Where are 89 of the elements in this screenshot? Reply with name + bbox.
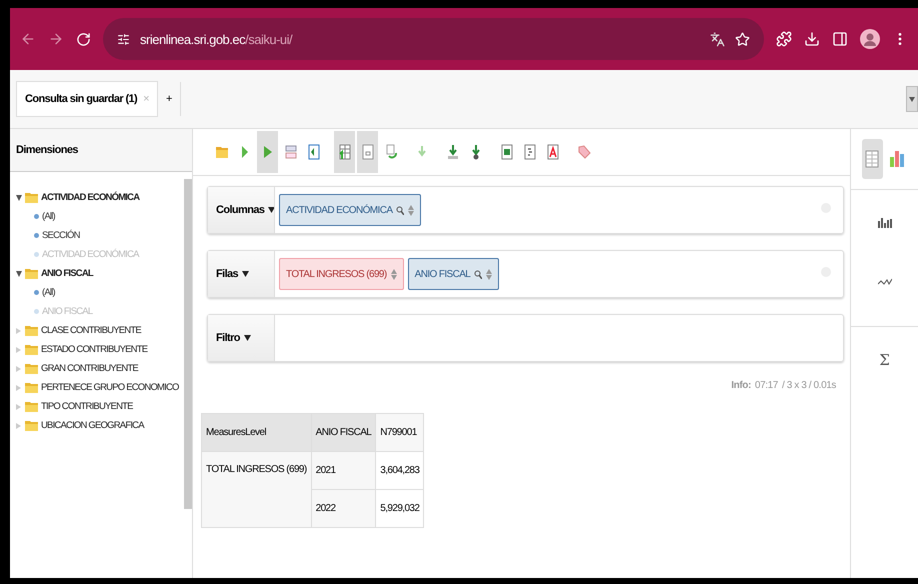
caret-icon[interactable] [268,207,274,213]
expanded-arrow-icon[interactable] [16,270,22,276]
toolbar-button[interactable] [257,131,278,173]
level-label[interactable]: SECCIÓN [42,230,80,241]
folder-icon [25,363,38,374]
forward-icon[interactable] [48,31,64,47]
expanded-arrow-icon[interactable] [16,194,22,200]
level-dot-icon [34,309,39,314]
axis-label: Columnas [216,204,264,216]
sort-icon[interactable] [390,268,397,280]
avatar-icon[interactable] [860,29,880,49]
dimension-chip[interactable]: ACTIVIDAD ECONÓMICA [279,194,422,226]
site-settings-icon[interactable] [117,32,130,46]
folder-icon [25,382,38,393]
info-time: 07:17 [754,380,778,391]
grid-icon [336,143,352,161]
column-header: MeasuresLevel [202,414,312,452]
dimension-label[interactable]: CLASE CONTRIBUYENTE [41,325,141,336]
axis-drop-zone[interactable]: Columnas ACTIVIDAD ECONÓMICA [207,186,844,234]
dimension-label[interactable]: ANIO FISCAL [41,268,93,279]
axis-label: Filas [216,268,238,280]
folder-icon [25,192,38,203]
document-icon [360,143,376,161]
search-icon[interactable] [474,270,482,278]
dimension-label[interactable]: TIPO CONTRIBUYENTE [41,401,133,412]
row-header: 2022 [311,490,376,528]
address-bar[interactable]: srienlinea.sri.gob.ec/saiku-ui/ [103,18,764,60]
folder-icon [25,401,38,412]
level-label[interactable]: (All) [42,211,55,222]
axis-drop-zone[interactable]: Filas TOTAL INGRESOS (699) ANIO FISCAL [207,250,844,298]
info-stats: / 3 x 3 / 0.01s [782,380,836,391]
dimension-label[interactable]: PERTENECE GRUPO ECONOMICO [41,382,179,393]
chip-label: ANIO FISCAL [414,268,470,280]
dimension-chip[interactable]: ANIO FISCAL [408,258,500,290]
search-icon[interactable] [396,206,404,214]
back-icon[interactable] [20,31,36,47]
document-icon [522,143,538,161]
download-icon[interactable] [804,31,820,47]
info-label: Info: [731,380,751,391]
dropdown-button[interactable] [906,86,918,112]
toolbar-button[interactable] [334,131,355,173]
folder-icon [25,268,38,279]
level-dot-icon [34,233,39,238]
reload-icon[interactable] [76,32,91,46]
measure-chip[interactable]: TOTAL INGRESOS (699) [279,258,404,290]
pdf-icon [544,143,560,161]
tag-icon [576,143,592,161]
url-text: srienlinea.sri.gob.ec/saiku-ui/ [140,32,292,46]
caret-icon[interactable] [244,335,251,341]
scrollbar[interactable] [184,179,192,509]
translate-icon[interactable] [710,32,725,46]
side-panel-icon[interactable] [832,31,848,47]
sum-button[interactable]: Σ [879,351,890,369]
new-tab-button[interactable]: + [158,82,182,116]
level-dot-icon [34,290,39,295]
caret-icon[interactable] [242,271,250,277]
columns-icon [306,143,322,161]
dimension-label[interactable]: GRAN CONTRIBUYENTE [41,363,138,374]
extensions-icon[interactable] [776,31,792,47]
spreadsheet-icon [498,143,514,161]
query-tab[interactable]: Consulta sin guardar (1) × [16,81,158,117]
dimension-label[interactable]: ACTIVIDAD ECONÓMICA [41,192,140,203]
folder-icon [25,420,38,431]
level-label[interactable]: (All) [42,287,55,298]
row-header: 2021 [311,452,376,490]
dimension-label[interactable]: UBICACION GEOGRAFICA [41,420,144,431]
table-cell: 3,604,283 [376,452,424,490]
list-icon [282,143,298,161]
caret-icon [909,96,915,102]
level-dot-icon [34,252,39,257]
panel-title: Dimensiones [10,129,192,172]
table-cell: 5,929,032 [376,490,424,528]
axis-drop-zone[interactable]: Filtro [207,314,844,362]
level-dot-icon [34,214,39,219]
dimension-label[interactable]: ESTADO CONTRIBUYENTE [41,344,148,355]
column-header: N799001 [376,414,424,452]
toolbar-button[interactable] [357,131,378,173]
axis-label: Filtro [216,332,240,344]
folder-icon [25,344,38,355]
chip-label: TOTAL INGRESOS (699) [286,268,387,280]
view-button[interactable] [862,139,882,179]
star-icon[interactable] [735,32,750,46]
column-header: ANIO FISCAL [311,414,376,452]
folder-icon [25,325,38,336]
bar-chart-icon [887,149,907,169]
bar-chart-icon[interactable] [878,218,892,228]
line-chart-icon[interactable] [878,278,892,286]
chip-label: ACTIVIDAD ECONÓMICA [286,204,392,216]
row-header: TOTAL INGRESOS (699) [202,452,312,528]
